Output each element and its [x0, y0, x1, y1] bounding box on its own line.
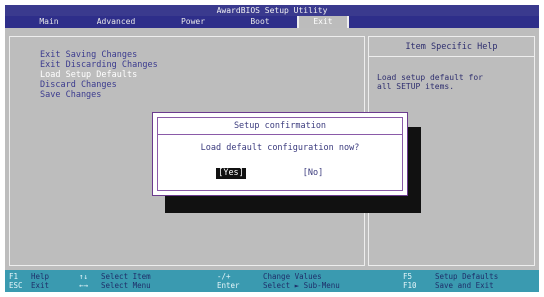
- tab-exit[interactable]: Exit: [297, 16, 349, 28]
- option-exit-saving-changes[interactable]: Exit Saving Changes: [40, 50, 137, 60]
- tab-advanced[interactable]: Advanced: [81, 16, 151, 28]
- key-enter-desc: Select ► Sub-Menu: [263, 281, 340, 290]
- key-plus-minus-desc: Change Values: [263, 272, 322, 281]
- key-f5: F5: [403, 272, 413, 281]
- key-f5-desc: Setup Defaults: [435, 272, 499, 281]
- tab-power[interactable]: Power: [165, 16, 221, 28]
- dialog-shadow-edge: [408, 131, 414, 145]
- option-save-changes[interactable]: Save Changes: [40, 90, 101, 100]
- key-f10: F10: [403, 281, 417, 290]
- option-discard-changes[interactable]: Discard Changes: [40, 80, 117, 90]
- key-up-down-desc: Select Item: [101, 272, 151, 281]
- yes-button[interactable]: [Yes]: [216, 168, 246, 179]
- setup-confirmation-dialog: Setup confirmation Load default configur…: [152, 112, 408, 196]
- dialog-title: Setup confirmation: [158, 118, 402, 135]
- app-title: AwardBIOS Setup Utility: [5, 5, 539, 16]
- key-plus-minus: -/+: [217, 272, 231, 281]
- help-text: Load setup default for all SETUP items.: [377, 73, 483, 91]
- key-up-down: ↑↓: [79, 272, 89, 281]
- key-esc: ESC: [9, 281, 23, 290]
- tab-main[interactable]: Main: [27, 16, 71, 28]
- bios-screen: AwardBIOS Setup Utility Main Advanced Po…: [5, 5, 539, 292]
- option-exit-discarding-changes[interactable]: Exit Discarding Changes: [40, 60, 158, 70]
- menu-bar: Main Advanced Power Boot Exit: [5, 16, 539, 28]
- key-f1: F1: [9, 272, 19, 281]
- key-enter: Enter: [217, 281, 240, 290]
- key-left-right: ←→: [79, 281, 89, 290]
- key-f1-desc: Help: [31, 272, 50, 281]
- dialog-message: Load default configuration now?: [200, 143, 360, 153]
- key-f10-desc: Save and Exit: [435, 281, 494, 290]
- tab-boot[interactable]: Boot: [237, 16, 283, 28]
- no-button[interactable]: [No]: [298, 168, 328, 179]
- key-left-right-desc: Select Menu: [101, 281, 151, 290]
- option-load-setup-defaults[interactable]: Load Setup Defaults: [40, 70, 137, 80]
- status-bar: F1 Help ESC Exit ↑↓ Select Item ←→ Selec…: [5, 270, 539, 292]
- dialog-frame: Setup confirmation Load default configur…: [157, 117, 403, 191]
- key-esc-desc: Exit: [31, 281, 50, 290]
- help-title: Item Specific Help: [369, 37, 534, 57]
